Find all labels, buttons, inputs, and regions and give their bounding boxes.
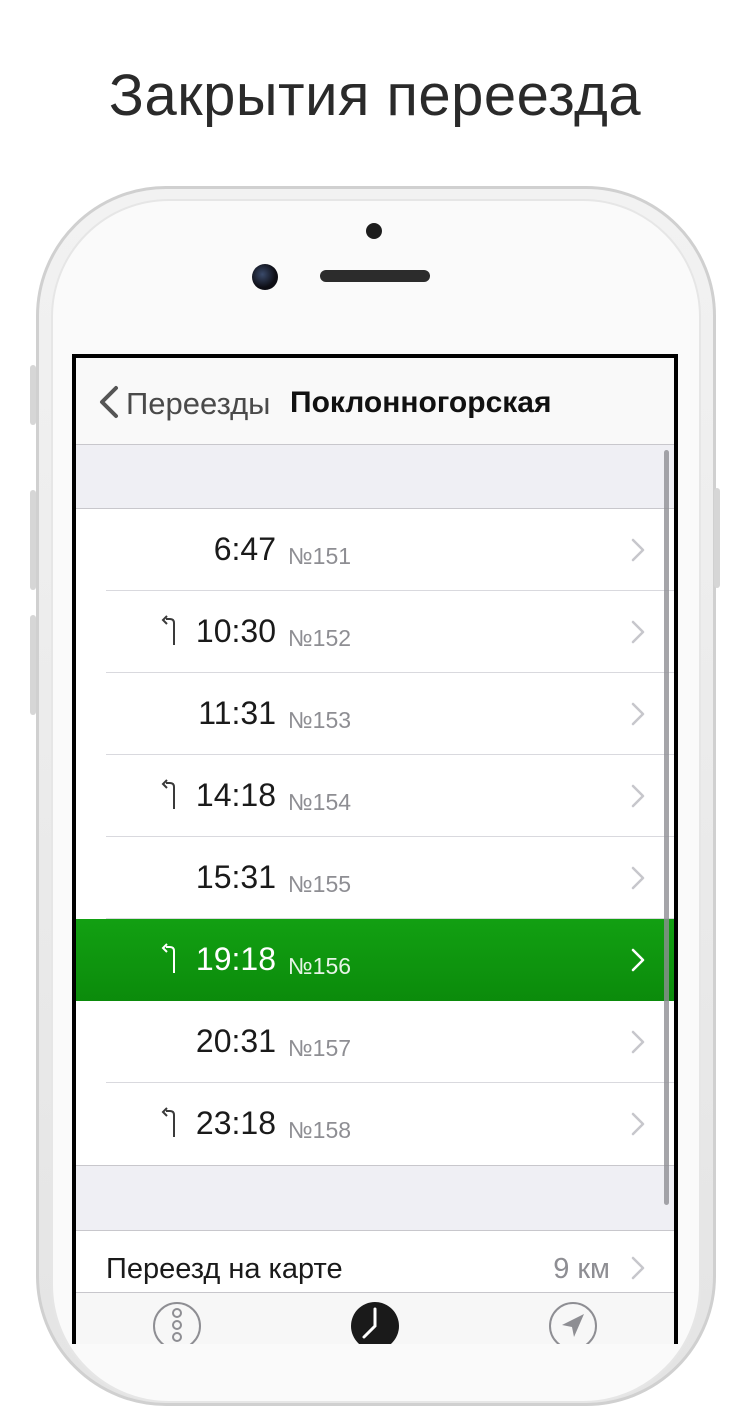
traffic-light-icon[interactable] (152, 1301, 202, 1344)
closure-time: 10:30 (195, 613, 276, 649)
train-number: №155 (288, 871, 352, 897)
return-arrow-icon (161, 779, 175, 809)
closure-time: 14:18 (195, 777, 276, 813)
earpiece-speaker (320, 270, 430, 282)
closure-row[interactable]: 20:31 №157 (76, 1001, 674, 1083)
closure-time: 15:31 (195, 859, 276, 895)
chevron-right-icon (631, 538, 645, 562)
train-number: №158 (288, 1117, 352, 1143)
train-number: №157 (288, 1035, 352, 1061)
closure-time: 6:47 (213, 531, 276, 567)
map-row-label: Переезд на карте (106, 1253, 343, 1285)
front-camera (252, 264, 278, 290)
map-row[interactable]: Переезд на карте 9 км (76, 1230, 674, 1293)
power-button (714, 488, 720, 588)
chevron-right-icon (631, 948, 645, 972)
chevron-right-icon (631, 784, 645, 808)
navigation-bar: Переезды Поклонногорская (76, 358, 674, 445)
page-title: Поклонногорская (290, 386, 552, 419)
back-button[interactable]: Переезды (126, 386, 270, 422)
clock-icon[interactable] (350, 1301, 400, 1344)
train-number: №153 (288, 707, 352, 733)
closure-row[interactable]: 19:18 №156 (76, 919, 674, 1001)
chevron-right-icon (631, 1256, 645, 1280)
return-arrow-icon (161, 943, 175, 973)
train-number: №151 (288, 543, 352, 569)
closures-list: 6:47 №151 10:30 №152 11:31 №153 14:18 №154 15:31… (76, 508, 674, 1166)
closure-row[interactable]: 11:31 №153 (76, 673, 674, 755)
volume-down-button (30, 615, 36, 715)
tab-bar (76, 1292, 674, 1344)
app-screen: Переезды Поклонногорская 6:47 №151 10:30 №1… (76, 358, 674, 1344)
closure-row[interactable]: 14:18 №154 (76, 755, 674, 837)
chevron-right-icon (631, 1030, 645, 1054)
back-chevron-icon[interactable] (92, 384, 128, 420)
closure-row[interactable]: 15:31 №155 (76, 837, 674, 919)
chevron-right-icon (631, 702, 645, 726)
closure-time: 20:31 (195, 1023, 276, 1059)
train-number: №154 (288, 789, 352, 815)
closure-time: 23:18 (195, 1105, 276, 1141)
proximity-sensor (366, 223, 382, 239)
return-arrow-icon (161, 1107, 175, 1137)
chevron-right-icon (631, 620, 645, 644)
closure-row[interactable]: 10:30 №152 (76, 591, 674, 673)
page-headline: Закрытия переезда (108, 63, 642, 128)
train-number: №152 (288, 625, 352, 651)
scrollbar[interactable] (664, 450, 669, 1205)
closure-time: 19:18 (195, 941, 276, 977)
return-arrow-icon (161, 615, 175, 645)
closure-time: 11:31 (198, 695, 276, 731)
phone-screen: Переезды Поклонногорская 6:47 №151 10:30 №1… (72, 354, 678, 1344)
train-number: №156 (288, 953, 352, 979)
closure-row[interactable]: 23:18 №158 (76, 1083, 674, 1165)
chevron-right-icon (631, 866, 645, 890)
chevron-right-icon (631, 1112, 645, 1136)
map-row-distance: 9 км (553, 1253, 610, 1285)
closure-row[interactable]: 6:47 №151 (76, 509, 674, 591)
volume-up-button (30, 490, 36, 590)
location-arrow-icon[interactable] (548, 1301, 598, 1344)
volume-button (30, 365, 36, 425)
